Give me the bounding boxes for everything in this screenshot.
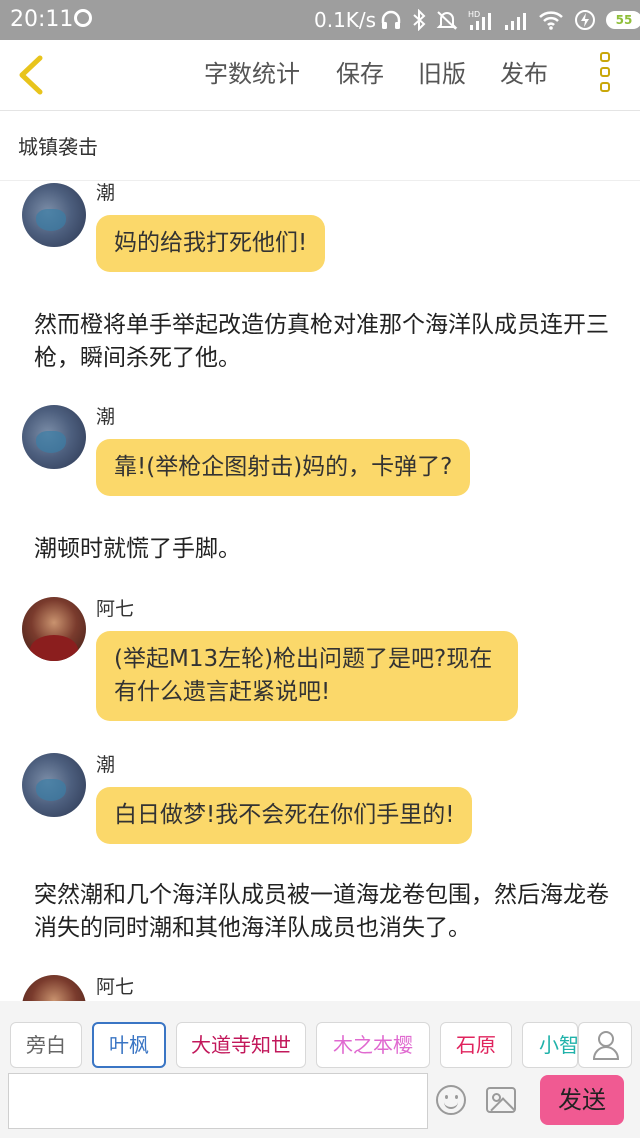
character-name: 叶枫: [109, 1033, 149, 1057]
editor-toolbar: 字数统计 保存 旧版 发布: [0, 40, 640, 111]
input-bar: 发送: [0, 1071, 640, 1138]
speaker-name: 潮: [96, 406, 116, 428]
charging-icon: [575, 10, 595, 30]
status-icons: HD 55: [380, 7, 640, 33]
character-name: 木之本樱: [333, 1033, 413, 1057]
signal-icon: [505, 13, 526, 30]
headphones-icon: [381, 10, 401, 29]
status-time: 20:11: [10, 7, 74, 32]
speaker-name: 潮: [96, 754, 116, 776]
battery-level: 55: [615, 13, 633, 27]
character-chip[interactable]: 大道寺知世: [176, 1022, 306, 1068]
avatar-aqi[interactable]: [22, 975, 86, 1001]
hd-signal-icon: HD: [468, 10, 491, 30]
send-button[interactable]: 发送: [540, 1075, 624, 1125]
back-button[interactable]: [10, 52, 54, 98]
story-content[interactable]: 潮 妈的给我打死他们! 然而橙将单手举起改造仿真枪对准那个海洋队成员连开三枪，瞬…: [0, 181, 640, 1001]
character-chip[interactable]: 旁白: [10, 1022, 82, 1068]
publish-button[interactable]: 发布: [500, 58, 548, 90]
avatar-chao[interactable]: [22, 405, 86, 469]
avatar-chao[interactable]: [22, 183, 86, 247]
battery-icon: 55: [606, 11, 640, 29]
dialog-bubble[interactable]: 妈的给我打死他们!: [96, 215, 326, 272]
old-version-button[interactable]: 旧版: [418, 58, 466, 90]
mute-alarm-icon: [436, 11, 458, 30]
dialog-bubble[interactable]: 白日做梦!我不会死在你们手里的!: [96, 787, 473, 844]
wifi-icon: [539, 11, 563, 30]
save-button[interactable]: 保存: [336, 58, 384, 90]
narration-text[interactable]: 潮顿时就慌了手脚。: [34, 533, 614, 566]
dialog-bubble[interactable]: (举起M13左轮)枪出问题了是吧?现在有什么遗言赶紧说吧!: [96, 631, 518, 721]
bluetooth-icon: [413, 9, 426, 31]
more-vertical-icon[interactable]: [594, 52, 616, 100]
character-chip[interactable]: 木之本樱: [316, 1022, 430, 1068]
avatar-aqi[interactable]: [22, 597, 86, 661]
character-chip[interactable]: 小智: [522, 1022, 578, 1068]
narration-text[interactable]: 突然潮和几个海洋队成员被一道海龙卷包围，然后海龙卷消失的同时潮和其他海洋队成员也…: [34, 879, 614, 945]
character-name: 旁白: [26, 1033, 66, 1057]
dialog-bubble[interactable]: 靠!(举枪企图射击)妈的，卡弹了?: [96, 439, 471, 496]
character-chip-selected[interactable]: 叶枫: [92, 1022, 166, 1068]
svg-text:HD: HD: [468, 10, 480, 19]
speaker-name: 潮: [96, 182, 116, 204]
user-icon[interactable]: [578, 1022, 632, 1068]
character-selector: 旁白 叶枫 大道寺知世 木之本樱 石原 小智: [0, 1001, 640, 1071]
narration-text[interactable]: 然而橙将单手举起改造仿真枪对准那个海洋队成员连开三枪，瞬间杀死了他。: [34, 309, 614, 375]
emoji-icon[interactable]: [436, 1085, 466, 1115]
network-speed: 0.1K/s: [314, 8, 377, 32]
app-icon: [74, 9, 92, 27]
speaker-name: 阿七: [96, 976, 135, 998]
image-icon[interactable]: [486, 1087, 516, 1113]
avatar-chao[interactable]: [22, 753, 86, 817]
speaker-name: 阿七: [96, 598, 135, 620]
status-bar: 20:11 0.1K/s HD 55: [0, 0, 640, 40]
character-chip[interactable]: 石原: [440, 1022, 512, 1068]
character-name: 石原: [456, 1033, 496, 1057]
message-input[interactable]: [8, 1073, 428, 1129]
story-title: 城镇袭击: [18, 135, 98, 159]
character-name: 小智: [539, 1033, 578, 1057]
character-name: 大道寺知世: [191, 1033, 291, 1057]
word-count-button[interactable]: 字数统计: [204, 58, 300, 90]
